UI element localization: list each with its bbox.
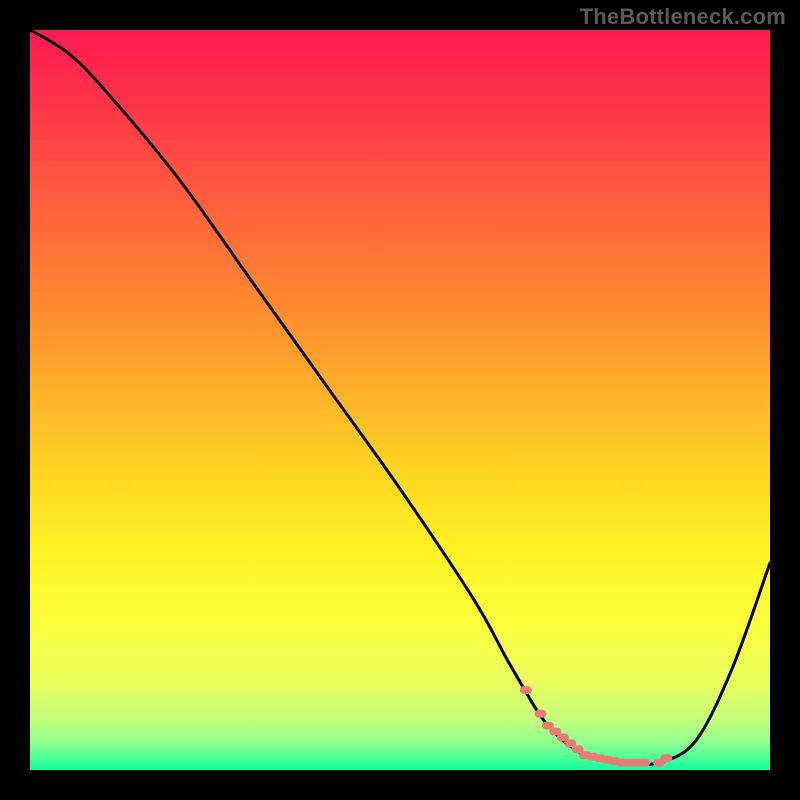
plot-background	[30, 30, 770, 770]
chart-stage: TheBottleneck.com	[0, 0, 800, 800]
bottleneck-chart	[0, 0, 800, 800]
watermark-text: TheBottleneck.com	[580, 4, 786, 30]
curve-marker	[520, 686, 532, 694]
curve-marker	[638, 759, 650, 767]
curve-marker	[535, 710, 547, 718]
curve-marker	[660, 754, 672, 762]
